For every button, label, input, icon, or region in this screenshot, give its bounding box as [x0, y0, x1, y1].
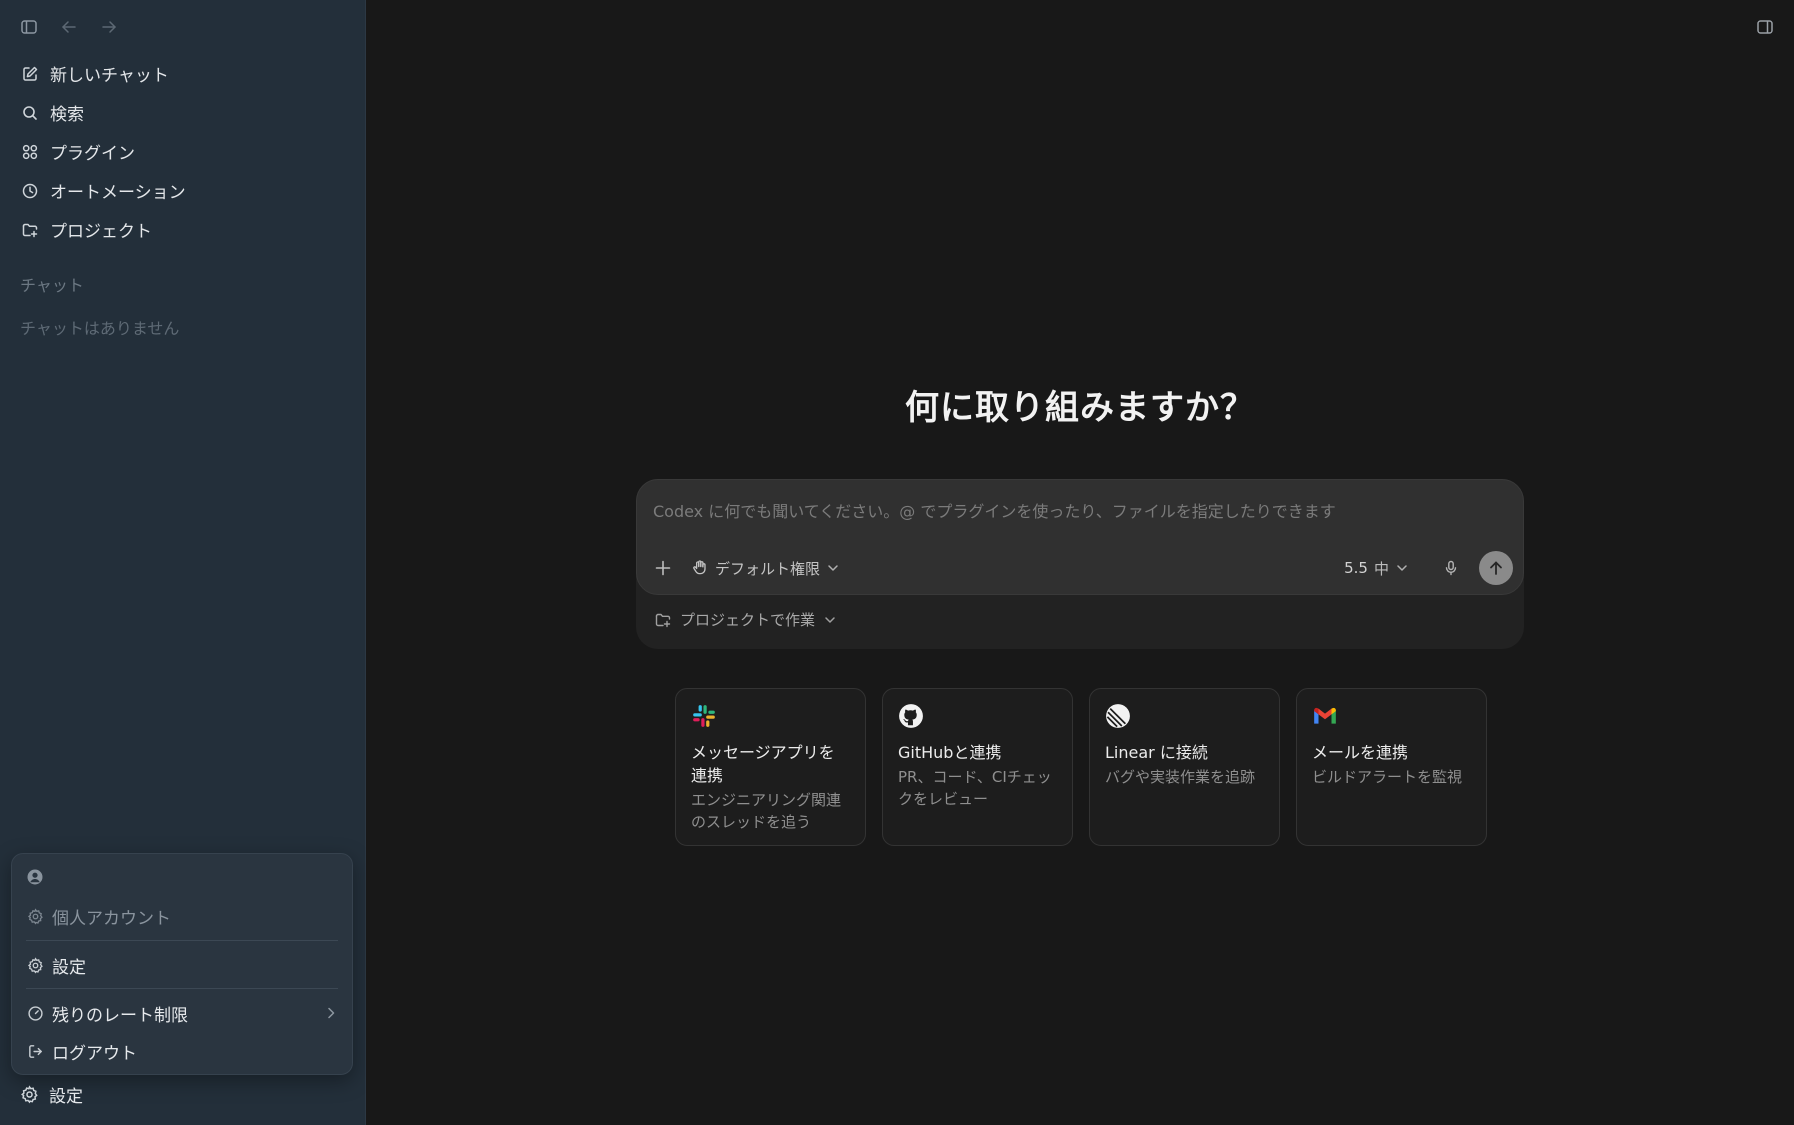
model-version: 5.5 — [1344, 559, 1368, 577]
gear-icon — [26, 907, 44, 925]
linear-icon — [1105, 703, 1131, 729]
chevron-right-icon — [324, 1006, 338, 1020]
card-title: メッセージアプリを連携 — [691, 743, 835, 785]
avatar-icon — [26, 868, 46, 888]
card-description: バグや実装作業を追跡 — [1105, 768, 1256, 786]
gear-icon — [20, 1084, 40, 1105]
composer-input[interactable]: Codex に何でも聞いてください。@ でプラグインを使ったり、ファイルを指定し… — [653, 498, 1336, 522]
menu-divider — [26, 988, 338, 989]
sidebar-settings-button[interactable]: 設定 — [20, 1082, 83, 1107]
sidebar-item-plugins[interactable]: プラグイン — [14, 132, 352, 171]
settings-menu-label: 設定 — [52, 957, 86, 978]
clock-icon — [20, 181, 40, 201]
personal-account-item: 個人アカウント — [26, 901, 338, 931]
plugins-grid-icon — [20, 142, 40, 162]
sidebar-nav: 新しいチャット 検索 プラグイン オートメーション プロジェクト — [14, 54, 352, 249]
sidebar-item-new-chat[interactable]: 新しいチャット — [14, 54, 352, 93]
permission-dropdown[interactable]: デフォルト権限 — [691, 558, 840, 579]
sidebar-toggle-icon[interactable] — [16, 14, 42, 40]
sidebar-item-label: 新しいチャット — [50, 66, 169, 86]
suggestion-card-messaging[interactable]: メッセージアプリを連携 エンジニアリング関連のスレッドを追う — [675, 688, 866, 846]
personal-account-label: 個人アカウント — [52, 908, 171, 929]
sidebar-item-automation[interactable]: オートメーション — [14, 171, 352, 210]
slack-icon — [691, 703, 717, 729]
sidebar-settings-label: 設定 — [49, 1087, 83, 1107]
card-title: メールを連携 — [1312, 743, 1409, 762]
chats-empty-label: チャットはありません — [20, 319, 180, 338]
github-icon — [898, 703, 924, 729]
card-description: ビルドアラートを監視 — [1312, 768, 1463, 786]
project-selector[interactable]: プロジェクトで作業 — [654, 609, 837, 630]
forward-arrow-icon[interactable] — [96, 14, 122, 40]
logout-label: ログアウト — [52, 1043, 137, 1064]
card-title: GitHubと連携 — [898, 743, 1002, 762]
compose-icon — [20, 64, 40, 84]
sidebar-item-label: オートメーション — [50, 183, 186, 203]
chats-section-label: チャット — [20, 276, 84, 295]
sidebar-item-label: プラグイン — [50, 144, 135, 164]
search-icon — [20, 103, 40, 123]
plus-icon — [655, 560, 671, 576]
sidebar-topbar — [16, 14, 122, 40]
logout-menu-item[interactable]: ログアウト — [26, 1036, 338, 1066]
gmail-icon — [1312, 703, 1338, 729]
right-panel-toggle-icon[interactable] — [1752, 14, 1778, 40]
arrow-up-icon — [1490, 561, 1502, 575]
rate-limit-menu-item[interactable]: 残りのレート制限 — [26, 998, 338, 1028]
model-dropdown[interactable]: 5.5 中 — [1344, 558, 1409, 579]
back-arrow-icon[interactable] — [56, 14, 82, 40]
card-description: PR、コード、CIチェックをレビュー — [898, 768, 1052, 808]
sidebar: 新しいチャット 検索 プラグイン オートメーション プロジェクト チャット チャ… — [0, 0, 366, 1125]
account-menu: 個人アカウント 設定 残りのレート制限 ログアウト — [11, 853, 353, 1075]
logout-icon — [26, 1042, 44, 1060]
composer-toolbar: デフォルト権限 5.5 中 — [647, 550, 1513, 586]
chevron-down-icon — [826, 561, 840, 575]
gear-icon — [26, 956, 44, 974]
suggestion-cards: メッセージアプリを連携 エンジニアリング関連のスレッドを追う GitHubと連携… — [675, 688, 1487, 846]
chevron-down-icon — [1395, 561, 1409, 575]
main-area: 何に取り組みますか？ Codex に何でも聞いてください。@ でプラグインを使っ… — [366, 0, 1794, 1125]
suggestion-card-mail[interactable]: メールを連携 ビルドアラートを監視 — [1296, 688, 1487, 846]
sidebar-item-label: 検索 — [50, 105, 84, 125]
project-selector-label: プロジェクトで作業 — [680, 611, 816, 629]
sidebar-item-label: プロジェクト — [50, 222, 152, 242]
sidebar-item-projects[interactable]: プロジェクト — [14, 210, 352, 249]
card-title: Linear に接続 — [1105, 743, 1208, 762]
microphone-button[interactable] — [1437, 554, 1465, 582]
chevron-down-icon — [823, 613, 837, 627]
add-attachment-button[interactable] — [647, 552, 679, 584]
send-button[interactable] — [1479, 551, 1513, 585]
folder-add-icon — [654, 611, 672, 629]
composer[interactable]: Codex に何でも聞いてください。@ でプラグインを使ったり、ファイルを指定し… — [636, 479, 1524, 595]
rate-limit-label: 残りのレート制限 — [52, 1005, 188, 1026]
menu-divider — [26, 940, 338, 941]
card-description: エンジニアリング関連のスレッドを追う — [691, 791, 842, 831]
page-title: 何に取り組みますか？ — [905, 388, 1255, 428]
folder-add-icon — [20, 220, 40, 240]
permission-label: デフォルト権限 — [715, 559, 821, 578]
hand-icon — [691, 559, 709, 577]
settings-menu-item[interactable]: 設定 — [26, 950, 338, 980]
composer-container: Codex に何でも聞いてください。@ でプラグインを使ったり、ファイルを指定し… — [636, 479, 1524, 649]
sidebar-item-search[interactable]: 検索 — [14, 93, 352, 132]
microphone-icon — [1445, 560, 1457, 576]
gauge-icon — [26, 1004, 44, 1022]
model-effort: 中 — [1373, 559, 1389, 578]
suggestion-card-linear[interactable]: Linear に接続 バグや実装作業を追跡 — [1089, 688, 1280, 846]
suggestion-card-github[interactable]: GitHubと連携 PR、コード、CIチェックをレビュー — [882, 688, 1073, 846]
